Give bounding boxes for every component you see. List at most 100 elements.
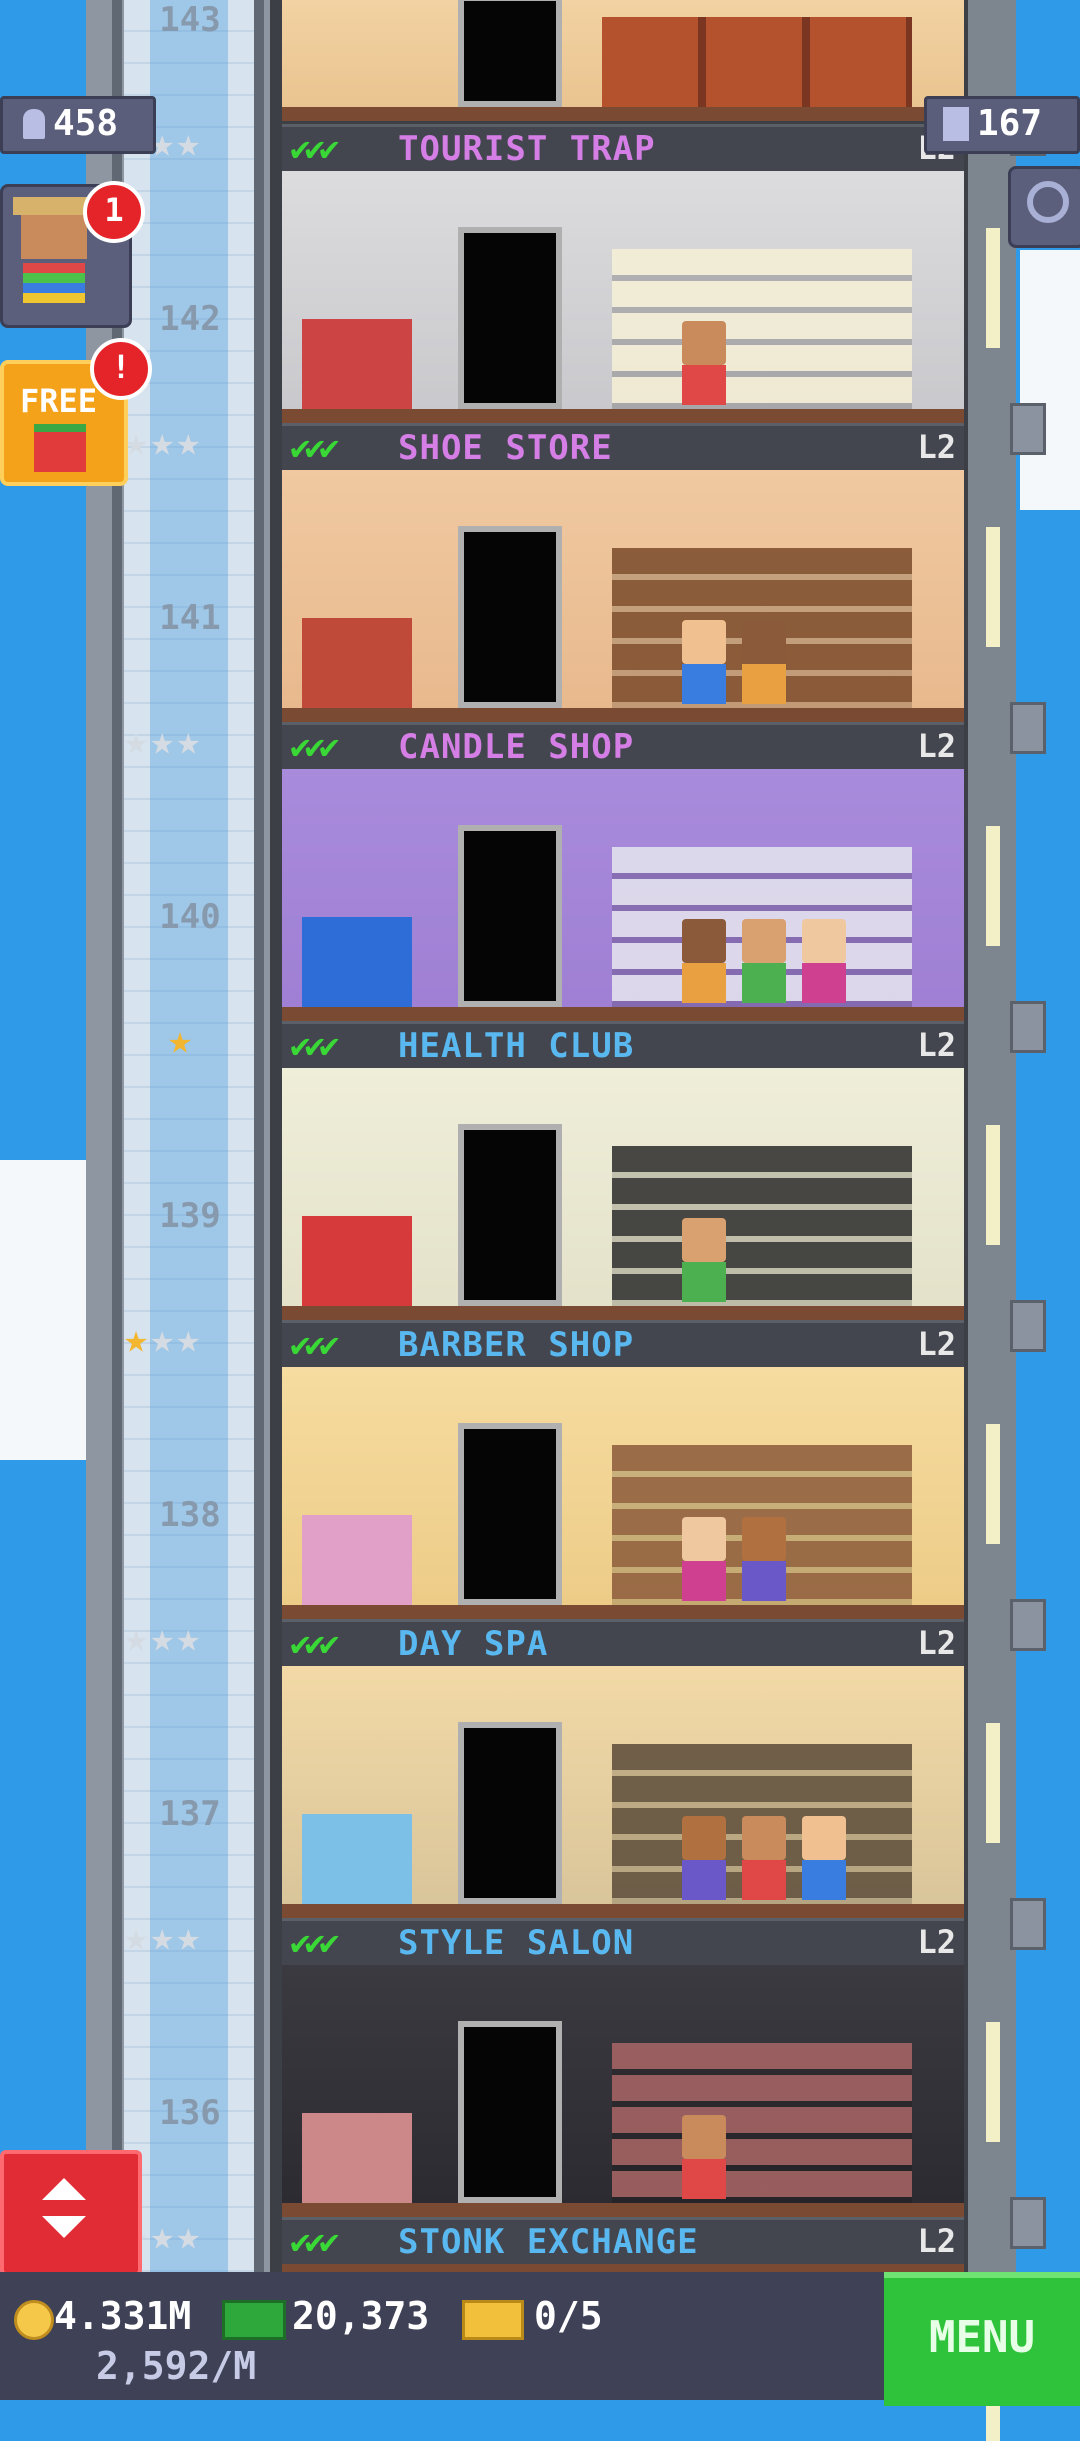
tower-window-light xyxy=(986,1424,1000,1544)
cloud-right xyxy=(1020,250,1080,510)
vip-visitor-avatar xyxy=(21,209,87,259)
floor-name: BARBER SHOP xyxy=(398,1325,635,1365)
room-decoration xyxy=(302,1814,412,1904)
bitizen-body xyxy=(742,664,786,704)
bux-icon xyxy=(222,2300,286,2340)
menu-button[interactable]: MENU xyxy=(884,2272,1080,2406)
floor-name: HEALTH CLUB xyxy=(398,1026,635,1066)
floor-room-top[interactable] xyxy=(282,0,964,121)
room-floor xyxy=(282,1306,964,1320)
tower-window-light xyxy=(986,1125,1000,1245)
floor-stars: ★★★ xyxy=(124,1615,202,1661)
floor-number: 136 xyxy=(159,2093,221,2133)
tower-window-light xyxy=(986,826,1000,946)
bitizen[interactable] xyxy=(682,620,726,704)
floor-room[interactable] xyxy=(282,769,964,1021)
room-decoration xyxy=(302,618,412,708)
star-icon: ★ xyxy=(150,419,177,465)
room-floor xyxy=(282,107,964,121)
bitizen-body xyxy=(682,2159,726,2199)
population-counter: 458 xyxy=(0,96,156,154)
floor-label-bar[interactable]: ✔✔✔ HEALTH CLUB L2 xyxy=(282,1021,964,1068)
floor-label-bar[interactable]: ✔✔✔ STONK EXCHANGE L2 xyxy=(282,2217,964,2264)
floor-number: 143 xyxy=(159,0,221,40)
floor-number: 138 xyxy=(159,1495,221,1535)
floor-room[interactable] xyxy=(282,470,964,722)
floor-room[interactable] xyxy=(282,1068,964,1320)
star-icon: ★ xyxy=(150,2213,177,2259)
bitizen[interactable] xyxy=(742,919,786,1003)
star-icon: ★ xyxy=(124,1914,151,1960)
floor-stars: ★★★ xyxy=(124,718,202,764)
floor-label-bar[interactable]: ✔✔✔ CANDLE SHOP L2 xyxy=(282,722,964,769)
floor-room[interactable] xyxy=(282,1367,964,1619)
bitizen[interactable] xyxy=(682,1218,726,1302)
bitizen-head xyxy=(682,1218,726,1262)
bitizen[interactable] xyxy=(742,1816,786,1900)
search-button[interactable] xyxy=(1008,166,1080,248)
star-icon: ★ xyxy=(124,1615,151,1661)
floor-room[interactable] xyxy=(282,1965,964,2217)
star-icon: ★ xyxy=(176,120,203,166)
star-icon: ★ xyxy=(176,2213,203,2259)
floor-name: DAY SPA xyxy=(398,1624,549,1664)
bitizen[interactable] xyxy=(682,1517,726,1601)
floor-label-bar[interactable]: ✔✔✔ DAY SPA L2 xyxy=(282,1619,964,1666)
bitizen-body xyxy=(682,1860,726,1900)
bitizen-body xyxy=(682,1561,726,1601)
floor-stars: ★★★ xyxy=(124,419,202,465)
free-gift-badge: ! xyxy=(90,338,152,400)
tower-window-light xyxy=(986,1723,1000,1843)
floor-room[interactable] xyxy=(282,2264,964,2272)
star-icon: ★ xyxy=(150,1615,177,1661)
bitizen-head xyxy=(682,919,726,963)
room-decoration xyxy=(302,1515,412,1605)
floor-label-bar[interactable]: ✔✔✔ BARBER SHOP L2 xyxy=(282,1320,964,1367)
floor-label-bar[interactable]: ✔✔✔ STYLE SALON L2 xyxy=(282,1918,964,1965)
vip-visitor-button[interactable]: 1 xyxy=(0,181,145,328)
room-floor xyxy=(282,1007,964,1021)
elevator-button[interactable] xyxy=(0,2150,142,2276)
bitizen[interactable] xyxy=(682,919,726,1003)
checkmark-icon: ✔✔✔ xyxy=(290,1923,339,1963)
tower-window-light xyxy=(986,228,1000,348)
room-door xyxy=(458,1423,562,1605)
star-icon: ★ xyxy=(124,1316,151,1362)
bitizen-head xyxy=(682,2115,726,2159)
room-door xyxy=(458,825,562,1007)
income-rate: 2,592/M xyxy=(96,2344,257,2388)
star-icon: ★ xyxy=(150,718,177,764)
tower-floor-bracket xyxy=(1010,2197,1046,2249)
ticket-icon xyxy=(462,2300,524,2340)
tickets-value: 0/5 xyxy=(534,2294,603,2338)
bitizen[interactable] xyxy=(682,321,726,405)
floor-level: L2 xyxy=(917,428,956,466)
floor-room[interactable] xyxy=(282,171,964,423)
room-floor xyxy=(282,2264,964,2272)
bitizen[interactable] xyxy=(802,1816,846,1900)
room-furniture xyxy=(602,17,912,107)
floor-level: L2 xyxy=(917,727,956,765)
free-gift-button[interactable]: FREE ! xyxy=(0,338,152,486)
bitizen[interactable] xyxy=(742,620,786,704)
bitizen-head xyxy=(802,919,846,963)
star-icon: ★ xyxy=(176,1316,203,1362)
bitizen-head xyxy=(682,1816,726,1860)
gift-icon xyxy=(34,424,86,472)
bitizen[interactable] xyxy=(802,919,846,1003)
star-icon: ★ xyxy=(176,1914,203,1960)
bitizen[interactable] xyxy=(682,1816,726,1900)
room-door xyxy=(458,526,562,708)
room-floor xyxy=(282,409,964,423)
floor-label-bar[interactable]: ✔✔✔TOURIST TRAPL2 xyxy=(282,124,964,171)
floor-name: TOURIST TRAP xyxy=(398,129,656,169)
bitizen[interactable] xyxy=(742,1517,786,1601)
checkmark-icon: ✔✔✔ xyxy=(290,1325,339,1365)
bitizen-head xyxy=(802,1816,846,1860)
bitizen[interactable] xyxy=(682,2115,726,2199)
floor-label-bar[interactable]: ✔✔✔ SHOE STORE L2 xyxy=(282,423,964,470)
coins-value: 4.331M xyxy=(54,2294,192,2338)
floor-room[interactable] xyxy=(282,1666,964,1918)
star-icon: ★ xyxy=(150,1316,177,1362)
free-label: FREE xyxy=(20,382,98,420)
